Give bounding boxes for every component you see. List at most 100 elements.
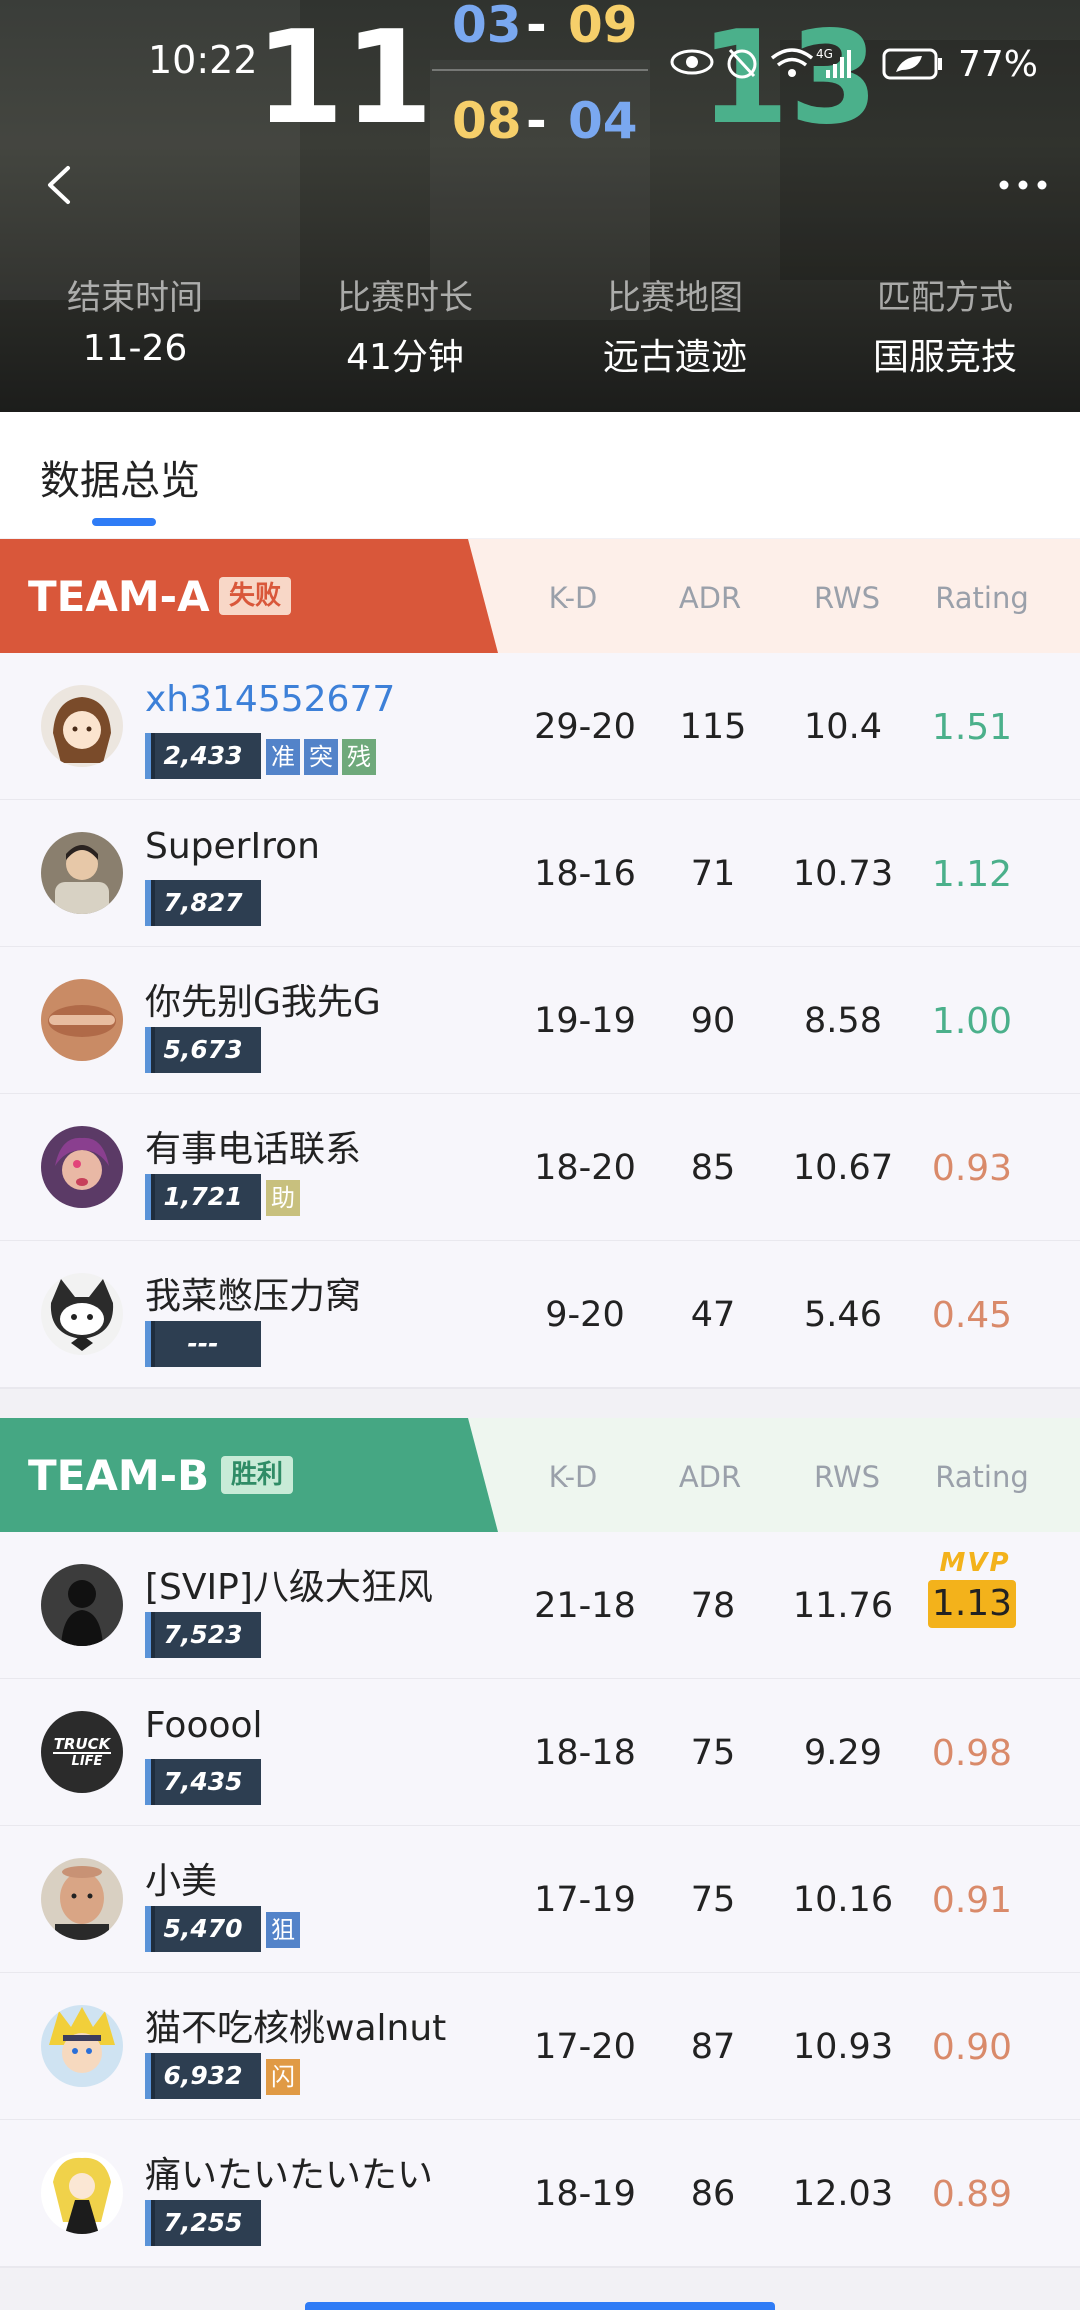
rating-value: 1.12 bbox=[931, 854, 1013, 895]
adr-value: 86 bbox=[690, 2174, 736, 2214]
player-name[interactable]: SuperIron bbox=[145, 826, 320, 867]
half1-team-a-score: 03 bbox=[452, 0, 522, 54]
status-bar-time: 10:22 bbox=[148, 38, 258, 82]
tab-data-overview[interactable]: 数据总览 bbox=[40, 448, 200, 506]
kd-value: 29-20 bbox=[534, 707, 636, 747]
status-icons: 4G bbox=[670, 47, 942, 80]
team-a-result-badge: 失败 bbox=[219, 577, 292, 615]
duration-label: 比赛时长 bbox=[337, 278, 473, 318]
player-row[interactable]: 小美 5,470 狙 17-19 75 10.16 0.91 bbox=[0, 1826, 1080, 1974]
player-row[interactable]: 猫不吃核桃walnut 6,932 闪 17-20 87 10.93 0.90 bbox=[0, 1973, 1080, 2121]
rating-value: 0.89 bbox=[931, 2174, 1013, 2215]
elo-badge: --- bbox=[145, 1321, 261, 1367]
column-header-rating: Rating bbox=[935, 1460, 1029, 1494]
role-tag: 闪 bbox=[266, 2059, 300, 2095]
battery-icon bbox=[882, 48, 942, 80]
half1-team-b-score: 09 bbox=[568, 0, 638, 54]
player-avatar bbox=[41, 1858, 123, 1940]
player-name[interactable]: xh314552677 bbox=[145, 679, 395, 720]
elo-badge: 7,255 bbox=[145, 2200, 261, 2246]
rws-value: 10.93 bbox=[792, 2027, 894, 2067]
role-tag: 突 bbox=[304, 739, 338, 775]
role-tag: 狙 bbox=[266, 1912, 300, 1948]
player-name[interactable]: Fooool bbox=[145, 1705, 263, 1746]
more-options-icon[interactable] bbox=[998, 178, 1048, 192]
team-b-result-badge: 胜利 bbox=[221, 1456, 294, 1494]
kd-value: 18-16 bbox=[534, 854, 636, 894]
player-avatar bbox=[41, 1564, 123, 1646]
rating-value: 0.90 bbox=[931, 2027, 1013, 2068]
half2-team-a-score: 08 bbox=[452, 92, 522, 150]
player-row[interactable]: SuperIron 7,827 18-16 71 10.73 1.12 bbox=[0, 800, 1080, 948]
elo-badge: 7,523 bbox=[145, 1612, 261, 1658]
team-a-score: 11 bbox=[255, 4, 434, 153]
column-header-kd: K-D bbox=[548, 1460, 598, 1494]
player-row[interactable]: 痛いたいたいたい 7,255 18-19 86 12.03 0.89 bbox=[0, 2120, 1080, 2268]
eye-icon bbox=[670, 49, 714, 75]
adr-value: 87 bbox=[690, 2027, 736, 2067]
player-name[interactable]: 猫不吃核桃walnut bbox=[145, 1999, 446, 2051]
adr-value: 115 bbox=[679, 707, 747, 747]
player-avatar bbox=[41, 2152, 123, 2234]
end-time-label: 结束时间 bbox=[67, 278, 203, 318]
map-value: 远古遗迹 bbox=[602, 337, 747, 378]
column-header-rws: RWS bbox=[813, 1460, 881, 1494]
rws-value: 11.76 bbox=[792, 1586, 894, 1626]
rws-value: 9.29 bbox=[804, 1733, 882, 1773]
elo-badge: 2,433 bbox=[145, 733, 261, 779]
player-row[interactable]: TRUCK LIFE Fooool 7,435 18-18 75 9.29 0.… bbox=[0, 1679, 1080, 1827]
battery-percent: 77% bbox=[958, 44, 1039, 85]
player-name[interactable]: 我菜憋压力窝 bbox=[145, 1267, 361, 1319]
rws-value: 8.58 bbox=[804, 1001, 882, 1041]
kd-value: 18-19 bbox=[534, 2174, 636, 2214]
rws-value: 10.73 bbox=[792, 854, 894, 894]
player-row[interactable]: 有事电话联系 1,721 助 18-20 85 10.67 0.93 bbox=[0, 1094, 1080, 1242]
elo-badge: 5,470 bbox=[145, 1906, 261, 1952]
player-name[interactable]: 你先别G我先G bbox=[145, 973, 381, 1025]
column-header-adr: ADR bbox=[678, 1460, 742, 1494]
player-avatar bbox=[41, 832, 123, 914]
player-avatar bbox=[41, 2005, 123, 2087]
kd-value: 17-20 bbox=[534, 2027, 636, 2067]
role-tag: 准 bbox=[266, 739, 300, 775]
adr-value: 78 bbox=[690, 1586, 736, 1626]
adr-value: 47 bbox=[690, 1295, 736, 1335]
adr-value: 75 bbox=[690, 1733, 736, 1773]
player-avatar: TRUCK LIFE bbox=[41, 1711, 123, 1793]
tab-active-indicator bbox=[92, 518, 156, 526]
adr-value: 71 bbox=[690, 854, 736, 894]
player-avatar bbox=[41, 1273, 123, 1355]
svg-text:4G: 4G bbox=[816, 47, 833, 61]
back-arrow-icon[interactable] bbox=[38, 160, 88, 210]
rws-value: 10.4 bbox=[804, 707, 882, 747]
team-a-name: TEAM-A bbox=[28, 572, 210, 621]
player-row[interactable]: [SVIP]八级大狂风 7,523 21-18 78 11.76 MVP 1.1… bbox=[0, 1532, 1080, 1680]
team-b-header: TEAM-B 胜利 K-D ADR RWS Rating bbox=[0, 1418, 1080, 1532]
player-row[interactable]: 我菜憋压力窝 --- 9-20 47 5.46 0.45 bbox=[0, 1241, 1080, 1389]
kd-value: 9-20 bbox=[545, 1295, 625, 1335]
kd-value: 19-19 bbox=[534, 1001, 636, 1041]
column-header-rws: RWS bbox=[813, 581, 881, 615]
adr-value: 90 bbox=[690, 1001, 736, 1041]
player-name[interactable]: 有事电话联系 bbox=[145, 1120, 361, 1172]
kd-value: 17-19 bbox=[534, 1880, 636, 1920]
player-avatar bbox=[41, 1126, 123, 1208]
end-time-value: 11-26 bbox=[82, 328, 188, 369]
elo-badge: 6,932 bbox=[145, 2053, 261, 2099]
player-row[interactable]: 你先别G我先G 5,673 19-19 90 8.58 1.00 bbox=[0, 947, 1080, 1095]
column-header-rating: Rating bbox=[935, 581, 1029, 615]
team-a-header: TEAM-A 失败 K-D ADR RWS Rating bbox=[0, 539, 1080, 653]
bottom-action-bar[interactable] bbox=[305, 2302, 775, 2310]
half-divider bbox=[432, 69, 648, 71]
map-label: 比赛地图 bbox=[607, 278, 743, 318]
player-name[interactable]: 痛いたいたいたい bbox=[145, 2146, 433, 2198]
player-name[interactable]: [SVIP]八级大狂风 bbox=[145, 1558, 433, 1610]
match-mode-value: 国服竞技 bbox=[872, 337, 1017, 378]
player-name[interactable]: 小美 bbox=[145, 1852, 217, 1904]
player-row[interactable]: xh314552677 2,433 准 突 残 29-20 115 10.4 1… bbox=[0, 653, 1080, 801]
duration-value: 41分钟 bbox=[346, 337, 464, 378]
column-header-adr: ADR bbox=[678, 581, 742, 615]
player-avatar bbox=[41, 979, 123, 1061]
half2-team-b-score: 04 bbox=[568, 92, 638, 150]
column-header-kd: K-D bbox=[548, 581, 598, 615]
